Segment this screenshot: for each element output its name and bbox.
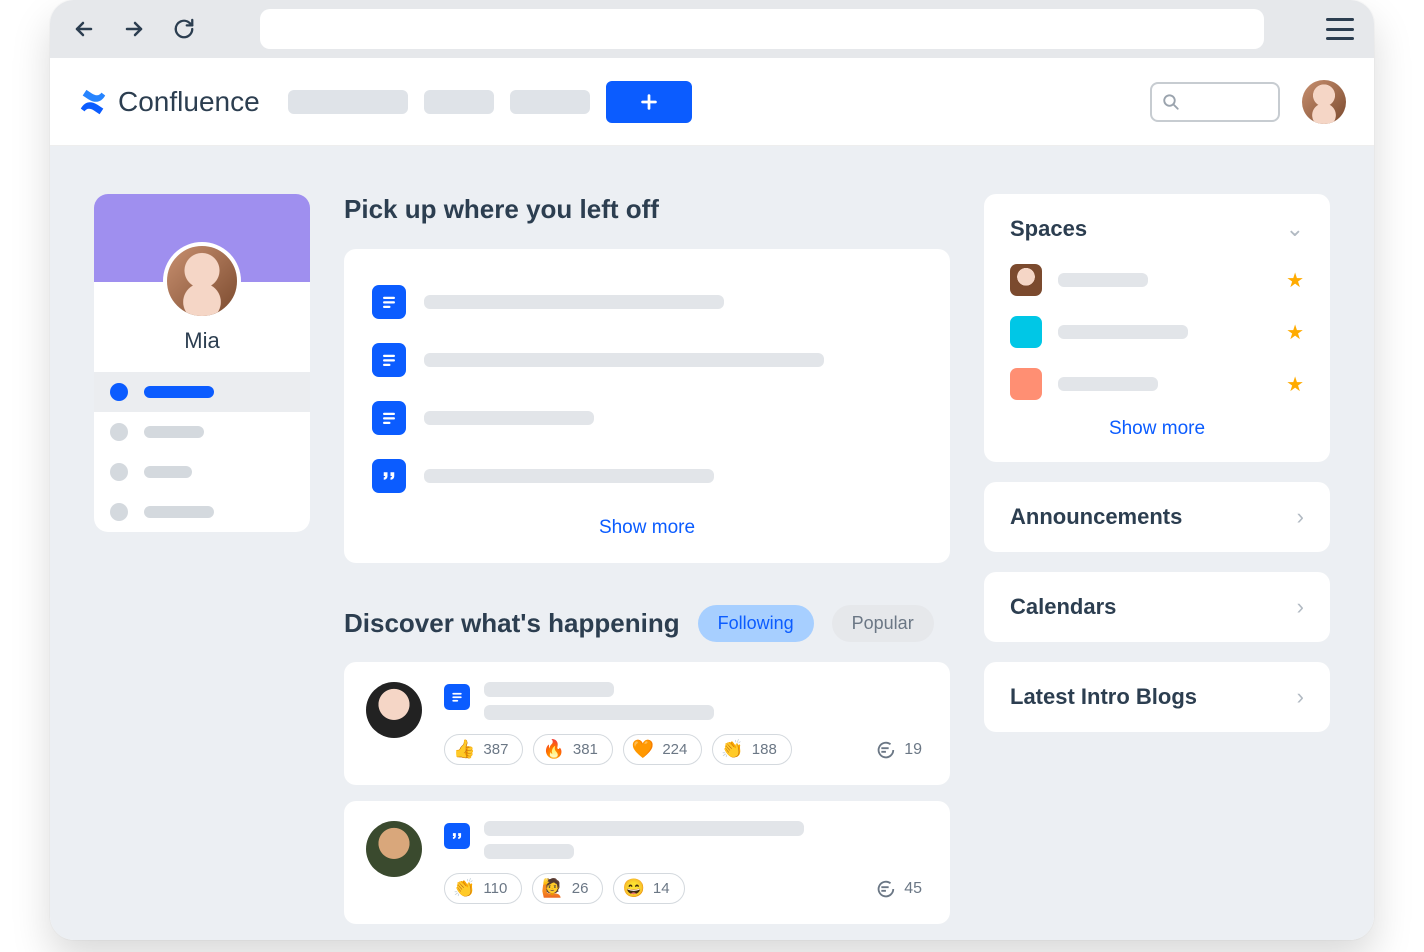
star-icon[interactable]: ★	[1286, 320, 1304, 345]
reaction[interactable]: 🙋26	[532, 873, 603, 904]
profile-avatar-header[interactable]	[1302, 80, 1346, 124]
comments-count[interactable]: 45	[874, 878, 922, 900]
recent-item[interactable]	[372, 389, 922, 447]
profile-avatar[interactable]	[163, 242, 241, 320]
search-input[interactable]	[1150, 82, 1280, 122]
calendars-panel[interactable]: Calendars ›	[984, 572, 1330, 642]
tab-following[interactable]: Following	[698, 605, 814, 642]
profile-nav-item[interactable]	[94, 492, 310, 532]
thumbs-up-icon: 👍	[453, 739, 475, 760]
reaction[interactable]: 👍387	[444, 734, 523, 765]
reaction[interactable]: 😄14	[613, 873, 684, 904]
quote-icon	[372, 459, 406, 493]
page-icon	[372, 285, 406, 319]
announcements-panel[interactable]: Announcements ›	[984, 482, 1330, 552]
reaction[interactable]: 🧡224	[623, 734, 702, 765]
profile-banner	[94, 194, 310, 282]
clap-icon: 👏	[453, 878, 475, 899]
spaces-header[interactable]: Spaces ⌄	[1010, 216, 1304, 242]
page-icon	[372, 401, 406, 435]
space-item[interactable]: ★	[1010, 254, 1304, 306]
browser-menu-button[interactable]	[1326, 18, 1354, 40]
profile-card: Mia	[94, 194, 310, 532]
space-item[interactable]: ★	[1010, 358, 1304, 410]
chevron-right-icon: ›	[1297, 684, 1304, 710]
show-more-recent[interactable]: Show more	[372, 505, 922, 539]
comments-count[interactable]: 19	[874, 739, 922, 761]
page-icon	[372, 343, 406, 377]
confluence-logo[interactable]: Confluence	[78, 86, 260, 118]
nav-item-placeholder[interactable]	[510, 90, 590, 114]
feed-item[interactable]: 👏110 🙋26 😄14 45	[344, 801, 950, 924]
reaction[interactable]: 👏188	[712, 734, 791, 765]
chevron-right-icon: ›	[1297, 594, 1304, 620]
star-icon[interactable]: ★	[1286, 372, 1304, 397]
recent-item[interactable]	[372, 331, 922, 389]
heart-icon: 🧡	[632, 739, 654, 760]
raising-hand-icon: 🙋	[541, 878, 563, 899]
app-name: Confluence	[118, 86, 260, 118]
pickup-title: Pick up where you left off	[344, 194, 950, 225]
show-more-spaces[interactable]: Show more	[1010, 410, 1304, 440]
recent-card: Show more	[344, 249, 950, 563]
back-button[interactable]	[70, 15, 98, 43]
space-item[interactable]: ★	[1010, 306, 1304, 358]
fire-icon: 🔥	[542, 739, 564, 760]
grinning-icon: 😄	[622, 878, 644, 899]
author-avatar[interactable]	[366, 821, 422, 877]
url-bar[interactable]	[260, 9, 1264, 49]
spaces-panel: Spaces ⌄ ★ ★	[984, 194, 1330, 462]
create-button[interactable]	[606, 81, 692, 123]
nav-item-placeholder[interactable]	[288, 90, 408, 114]
forward-button[interactable]	[120, 15, 148, 43]
profile-name: Mia	[94, 328, 310, 354]
browser-chrome	[50, 0, 1374, 58]
reaction[interactable]: 🔥381	[533, 734, 612, 765]
clap-icon: 👏	[721, 739, 743, 760]
profile-nav-item[interactable]	[94, 412, 310, 452]
reaction[interactable]: 👏110	[444, 873, 522, 904]
tab-popular[interactable]: Popular	[832, 605, 934, 642]
reload-button[interactable]	[170, 15, 198, 43]
nav-item-placeholder[interactable]	[424, 90, 494, 114]
profile-nav-item[interactable]	[94, 452, 310, 492]
chevron-down-icon: ⌄	[1286, 216, 1304, 242]
author-avatar[interactable]	[366, 682, 422, 738]
recent-item[interactable]	[372, 447, 922, 505]
recent-item[interactable]	[372, 273, 922, 331]
page-icon	[444, 684, 470, 710]
latest-blogs-panel[interactable]: Latest Intro Blogs ›	[984, 662, 1330, 732]
quote-icon	[444, 823, 470, 849]
app-header: Confluence	[50, 58, 1374, 146]
chevron-right-icon: ›	[1297, 504, 1304, 530]
feed-item[interactable]: 👍387 🔥381 🧡224 👏188 19	[344, 662, 950, 785]
profile-nav-item[interactable]	[94, 372, 310, 412]
star-icon[interactable]: ★	[1286, 268, 1304, 293]
discover-title: Discover what's happening	[344, 608, 680, 639]
